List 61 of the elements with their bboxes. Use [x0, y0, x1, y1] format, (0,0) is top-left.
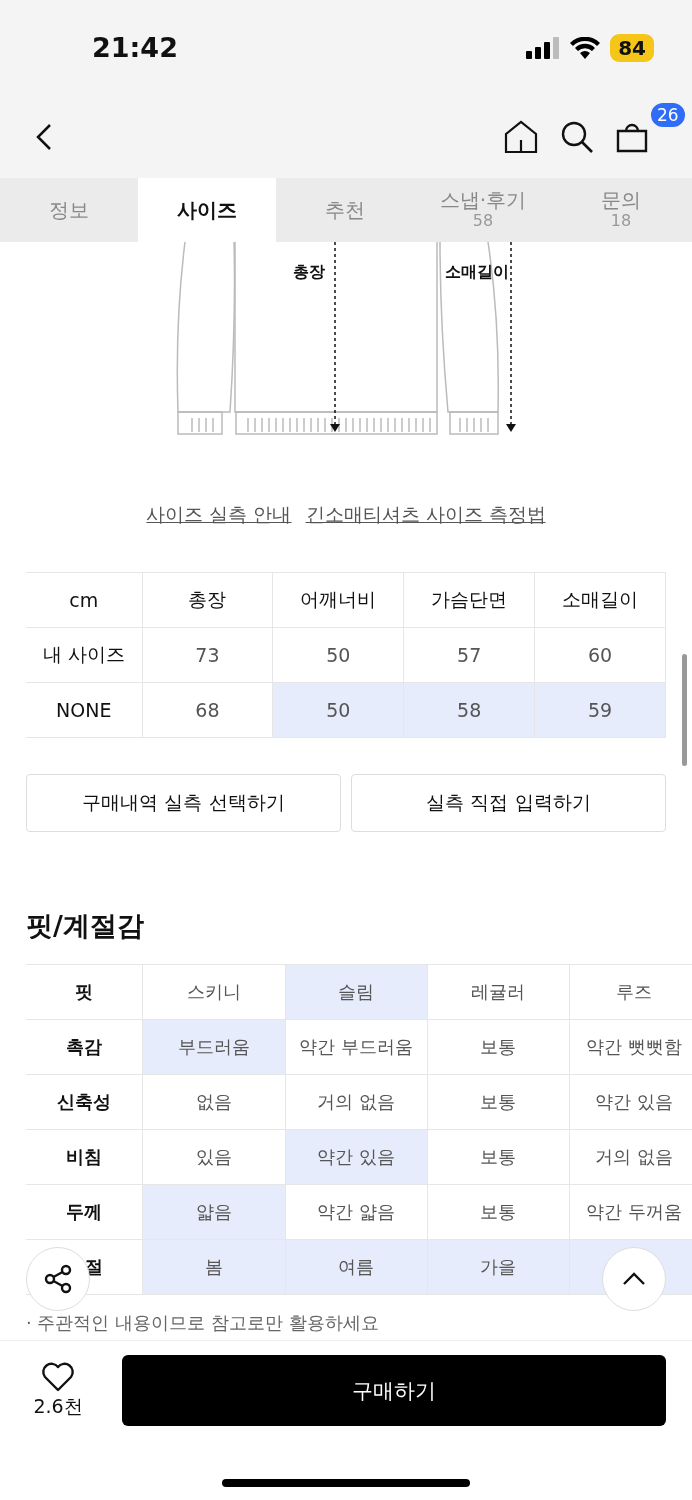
buy-button[interactable]: 구매하기 — [122, 1355, 666, 1426]
table-cell: 약간 있음 — [285, 1129, 427, 1185]
section-title: 핏/계절감 — [26, 909, 145, 943]
table-cell: 봄 — [142, 1239, 285, 1295]
heart-icon[interactable] — [41, 1361, 75, 1392]
battery-level: 84 — [610, 33, 654, 62]
table-cell: 슬림 — [285, 964, 427, 1020]
table-cell: 부드러움 — [142, 1019, 285, 1075]
column-header: 소매길이 — [534, 572, 666, 628]
measure-button[interactable]: 구매내역 실측 선택하기 — [26, 774, 341, 832]
table-cell: 레귤러 — [427, 964, 569, 1020]
table-cell: 59 — [534, 682, 666, 738]
table-cell: 50 — [272, 627, 404, 683]
wifi-icon — [570, 36, 601, 59]
row-header: 신축성 — [26, 1074, 142, 1130]
unit-label: cm — [26, 572, 142, 628]
table-cell: 없음 — [142, 1074, 285, 1130]
table-cell: 가을 — [427, 1239, 569, 1295]
home-icon[interactable] — [504, 119, 538, 154]
column-header: 어깨너비 — [272, 572, 404, 628]
guide-link[interactable]: 사이즈 실측 안내 — [146, 502, 292, 532]
table-cell: 약간 얇음 — [285, 1184, 427, 1240]
table-cell: 보통 — [427, 1129, 569, 1185]
row-header: 비침 — [26, 1129, 142, 1185]
table-cell: 보통 — [427, 1184, 569, 1240]
table-cell: 57 — [403, 627, 535, 683]
clock: 21:42 — [92, 32, 179, 63]
table-cell: 있음 — [142, 1129, 285, 1185]
table-cell: 약간 부드러움 — [285, 1019, 427, 1075]
like-count: 2.6천 — [33, 1393, 83, 1419]
cart-count-badge: 26 — [649, 100, 687, 129]
row-header: 핏 — [26, 964, 142, 1020]
signal-icon — [526, 36, 561, 59]
measure-button[interactable]: 실측 직접 입력하기 — [351, 774, 666, 832]
search-icon[interactable] — [560, 119, 594, 154]
table-cell: 보통 — [427, 1019, 569, 1075]
table-cell: 얇음 — [142, 1184, 285, 1240]
back-icon[interactable] — [36, 122, 52, 151]
table-cell: 68 — [142, 682, 273, 738]
table-cell: 스키니 — [142, 964, 285, 1020]
share-icon — [43, 1264, 73, 1294]
row-header: 두께 — [26, 1184, 142, 1240]
caret-up-icon — [622, 1272, 646, 1286]
table-cell: 58 — [403, 682, 535, 738]
note-text: · 주관적인 내용이므로 참고로만 활용하세요 — [26, 1311, 380, 1335]
guide-link[interactable]: 긴소매티셔츠 사이즈 측정법 — [305, 502, 546, 532]
table-cell: 거의 없음 — [285, 1074, 427, 1130]
table-cell: 여름 — [285, 1239, 427, 1295]
tab[interactable]: 사이즈 — [138, 178, 276, 242]
measure-label: 소매길이 — [445, 262, 509, 283]
column-header: 총장 — [142, 572, 273, 628]
table-cell: 73 — [142, 627, 273, 683]
row-header: 내 사이즈 — [26, 627, 142, 683]
measure-label: 총장 — [293, 262, 325, 283]
table-cell: 60 — [534, 627, 666, 683]
row-header: NONE — [26, 682, 142, 738]
column-header: 가슴단면 — [403, 572, 535, 628]
row-header: 촉감 — [26, 1019, 142, 1075]
table-cell: 보통 — [427, 1074, 569, 1130]
table-cell: 50 — [272, 682, 404, 738]
table-cell: 루즈 — [569, 964, 692, 1020]
